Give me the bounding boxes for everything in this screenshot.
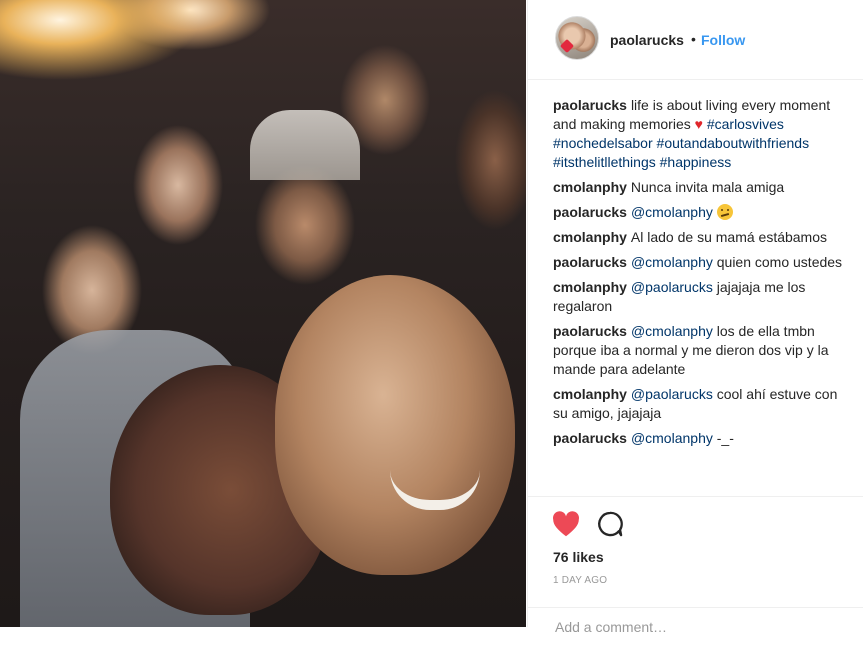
- comment-mention[interactable]: @cmolanphy: [631, 430, 713, 446]
- heart-filled-icon[interactable]: [552, 511, 580, 537]
- comment-username[interactable]: paolarucks: [553, 254, 627, 270]
- comment-text: Nunca invita mala amiga: [630, 179, 785, 195]
- comment-text: quien como ustedes: [716, 254, 843, 270]
- add-comment-bar: [528, 607, 863, 648]
- comment-username[interactable]: paolarucks: [553, 430, 627, 446]
- header-separator: •: [691, 31, 696, 47]
- comment-mention[interactable]: @paolarucks: [631, 279, 713, 295]
- comment-username[interactable]: cmolanphy: [553, 279, 627, 295]
- caption: paolarucks life is about living every mom…: [553, 96, 851, 172]
- comment-mention[interactable]: @cmolanphy: [631, 323, 713, 339]
- hashtag-link[interactable]: #happiness: [660, 154, 732, 170]
- comment-username[interactable]: cmolanphy: [553, 229, 627, 245]
- hashtag-link[interactable]: #nochedelsabor: [553, 135, 653, 151]
- caption-username[interactable]: paolarucks: [553, 97, 627, 113]
- comment-username[interactable]: paolarucks: [553, 323, 627, 339]
- comment: paolarucks @cmolanphy -_-: [553, 429, 851, 448]
- post-actions: 76 likes 1 DAY AGO: [528, 496, 863, 636]
- hashtag-link[interactable]: #outandaboutwithfriends: [657, 135, 810, 151]
- comment: cmolanphy @paolarucks cool ahí estuve con…: [553, 385, 851, 423]
- avatar[interactable]: [555, 16, 599, 60]
- comments-list: paolarucks life is about living every mom…: [553, 96, 851, 454]
- photo-man-face: [275, 275, 515, 575]
- add-comment-input[interactable]: [553, 618, 837, 636]
- photo-background-person: [250, 110, 360, 180]
- post-header: paolarucks • Follow: [528, 0, 863, 80]
- post-side-panel: paolarucks • Follow paolarucks life is ab…: [527, 0, 863, 636]
- follow-button[interactable]: Follow: [701, 32, 745, 48]
- comment: paolarucks @cmolanphy quien como ustedes: [553, 253, 851, 272]
- hashtag-link[interactable]: #itsthelitllethings: [553, 154, 656, 170]
- confused-face-emoji-icon: [716, 204, 733, 220]
- post-photo[interactable]: [0, 0, 526, 627]
- comment-text: Al lado de su mamá estábamos: [630, 229, 828, 245]
- comment-text: -_-: [716, 430, 734, 446]
- comment: cmolanphy Nunca invita mala amiga: [553, 178, 851, 197]
- comment-username[interactable]: cmolanphy: [553, 179, 627, 195]
- hashtag-link[interactable]: #carlosvives: [707, 116, 784, 132]
- post-timestamp: 1 DAY AGO: [553, 575, 608, 586]
- heart-emoji-icon: ♥: [694, 116, 703, 132]
- speech-bubble-icon[interactable]: [596, 510, 624, 538]
- comment-username[interactable]: paolarucks: [553, 204, 627, 220]
- comment: paolarucks @cmolanphy: [553, 203, 851, 222]
- likes-count[interactable]: 76 likes: [553, 549, 604, 565]
- comment: cmolanphy @paolarucks jajajaja me los reg…: [553, 278, 851, 316]
- comment-mention[interactable]: @cmolanphy: [631, 204, 713, 220]
- comment-mention[interactable]: @paolarucks: [631, 386, 713, 402]
- comment-mention[interactable]: @cmolanphy: [631, 254, 713, 270]
- comment-username[interactable]: cmolanphy: [553, 386, 627, 402]
- comment: paolarucks @cmolanphy los de ella tmbn po…: [553, 322, 851, 379]
- avatar-heart-icon: [559, 38, 575, 54]
- comment: cmolanphy Al lado de su mamá estábamos: [553, 228, 851, 247]
- header-username[interactable]: paolarucks: [610, 32, 684, 48]
